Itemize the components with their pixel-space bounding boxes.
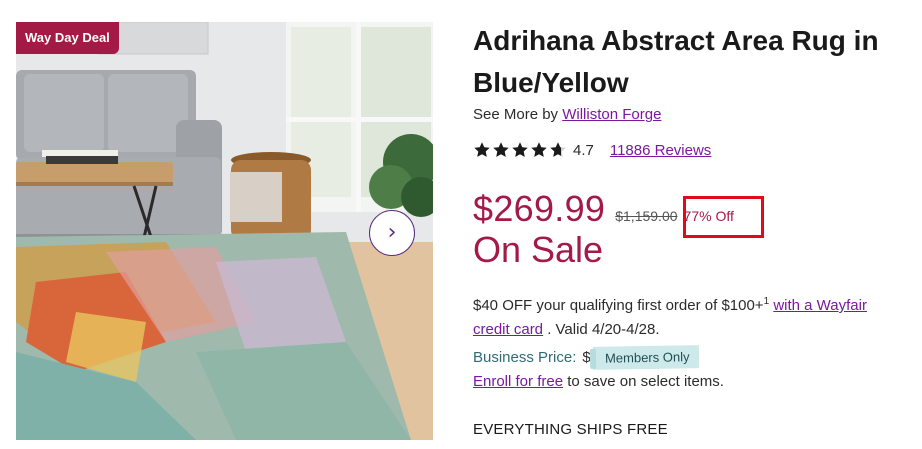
brand-line: See More by Williston Forge [473, 106, 661, 123]
enroll-line: Enroll for free to save on select items. [473, 373, 724, 390]
offer-footnote: 1 [763, 296, 770, 307]
product-title: Adrihana Abstract Area Rug in Blue/Yello… [473, 25, 879, 98]
star-icon [512, 142, 528, 157]
reviews-link[interactable]: 11886 Reviews [610, 142, 711, 159]
original-price: $1,159.00 [615, 208, 678, 224]
business-price-label: Business Price: [473, 349, 577, 366]
rating-value: 4.7 [573, 141, 594, 159]
star-rating [473, 141, 567, 159]
discount-highlight-box [683, 196, 764, 238]
shipping-banner: EVERYTHING SHIPS FREE [473, 421, 668, 438]
rating-row: 4.7 11886 Reviews [473, 141, 711, 159]
see-more-label: See More by [473, 106, 559, 123]
chevron-right-icon: › [387, 220, 397, 245]
way-day-deal-badge: Way Day Deal [16, 22, 119, 54]
enroll-link[interactable]: Enroll for free [473, 373, 563, 390]
sale-price: $269.99 [473, 188, 606, 229]
business-price-row: Business Price: $ Members Only [473, 345, 699, 370]
members-only-tag[interactable]: Members Only [592, 345, 699, 370]
on-sale-label: On Sale [473, 229, 604, 270]
credit-card-offer: $40 OFF your qualifying first order of $… [473, 290, 893, 342]
offer-text: $40 OFF your qualifying first order of $… [473, 297, 764, 314]
brand-link[interactable]: Williston Forge [562, 106, 661, 123]
star-icon [474, 142, 490, 157]
star-icon [493, 142, 509, 157]
next-image-button[interactable]: › [369, 210, 415, 256]
enroll-text: to save on select items. [567, 373, 724, 390]
offer-validity: . Valid 4/20-4/28. [547, 321, 660, 338]
star-icon [550, 142, 566, 157]
star-icon [531, 142, 547, 157]
